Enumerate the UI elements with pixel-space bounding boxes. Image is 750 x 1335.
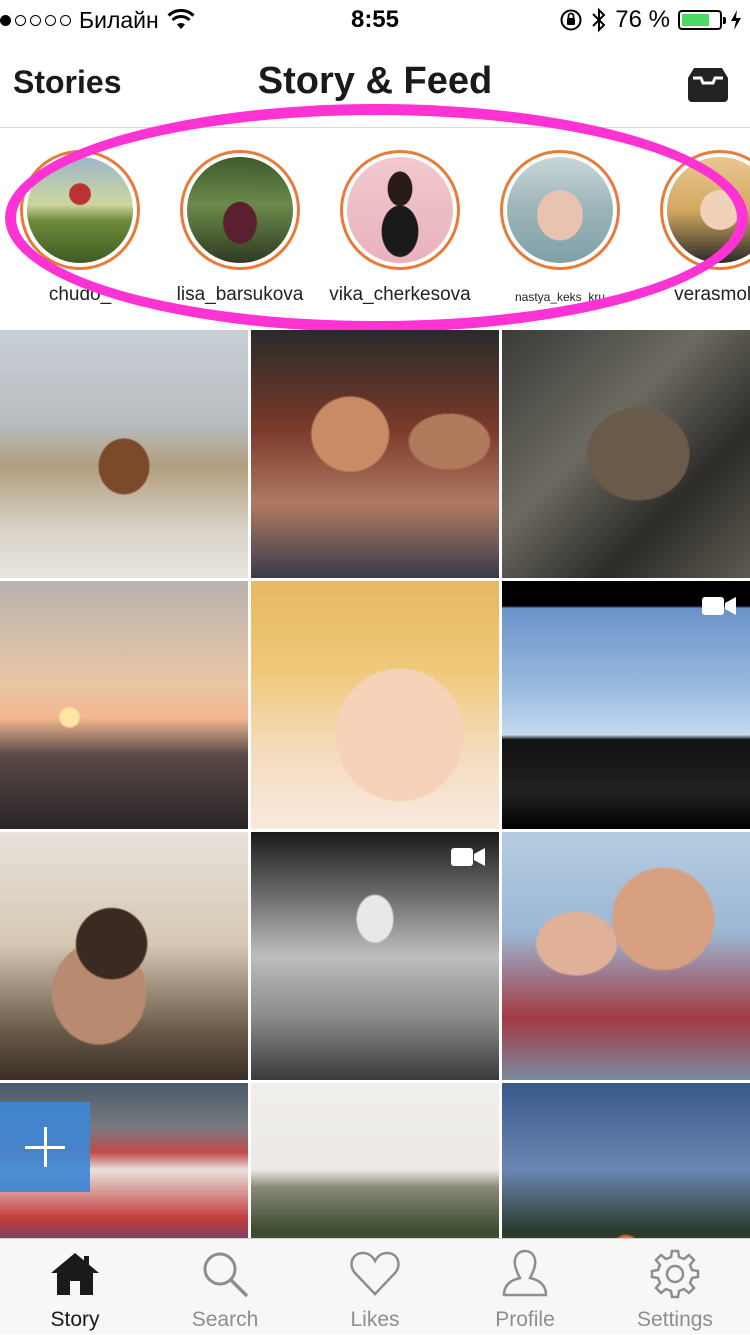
person-icon: [502, 1249, 548, 1297]
story-item[interactable]: lisa_barsukova: [165, 150, 315, 306]
tab-likes[interactable]: Likes: [300, 1239, 450, 1335]
charging-icon: [731, 10, 741, 30]
story-ring: [340, 150, 460, 270]
story-item[interactable]: nastya_keks_kru: [485, 150, 635, 304]
tab-story[interactable]: Story: [0, 1239, 150, 1335]
tab-label: Settings: [637, 1308, 713, 1331]
battery-percent: 76 %: [615, 6, 670, 33]
story-ring: [500, 150, 620, 270]
grid-photo[interactable]: [251, 1083, 499, 1238]
grid-photo[interactable]: [251, 832, 499, 1080]
add-button[interactable]: [0, 1102, 90, 1192]
heart-icon: [350, 1251, 400, 1296]
nav-bar: Stories Story & Feed: [0, 40, 750, 128]
story-ring: [20, 150, 140, 270]
story-ring: [660, 150, 750, 270]
stories-row: chudo_ lisa_barsukova vika_cherkesova na…: [0, 128, 750, 330]
status-bar: Билайн 8:55 76 %: [0, 0, 750, 40]
status-right: 76 %: [559, 0, 742, 40]
grid-photo[interactable]: [502, 581, 750, 829]
story-item[interactable]: chudo_: [5, 150, 155, 306]
grid-photo[interactable]: [251, 581, 499, 829]
page-title: Story & Feed: [257, 60, 493, 102]
gear-icon: [650, 1249, 700, 1299]
battery-fill: [682, 14, 710, 26]
tab-bar: Story Search Likes Profile Settings: [0, 1238, 750, 1334]
grid-photo[interactable]: [502, 1083, 750, 1238]
grid-photo[interactable]: [502, 832, 750, 1080]
tab-label: Likes: [350, 1308, 400, 1331]
tab-search[interactable]: Search: [150, 1239, 300, 1335]
story-username: verasmolin: [674, 284, 750, 305]
tab-label: Profile: [495, 1308, 555, 1331]
story-username: nastya_keks_kru: [514, 290, 606, 304]
tab-label: Search: [191, 1308, 259, 1331]
story-username: chudo_: [48, 284, 112, 305]
avatar: [667, 157, 750, 263]
video-camera-icon: [702, 597, 736, 615]
grid-photo[interactable]: [0, 832, 248, 1080]
inbox-icon[interactable]: [684, 64, 732, 104]
battery-icon: [678, 10, 726, 30]
home-icon: [51, 1253, 99, 1295]
story-item[interactable]: vika_cherkesova: [325, 150, 475, 306]
grid-photo[interactable]: [0, 581, 248, 829]
tab-label: Story: [50, 1308, 100, 1331]
avatar: [347, 157, 453, 263]
tab-profile[interactable]: Profile: [450, 1239, 600, 1335]
story-username: vika_cherkesova: [329, 284, 471, 305]
tab-settings[interactable]: Settings: [600, 1239, 750, 1335]
grid-photo[interactable]: [502, 330, 750, 578]
avatar: [27, 157, 133, 263]
photo-grid: [0, 330, 750, 1238]
story-username: lisa_barsukova: [176, 284, 304, 305]
story-ring: [180, 150, 300, 270]
avatar: [507, 157, 613, 263]
grid-photo[interactable]: [0, 330, 248, 578]
video-camera-icon: [451, 848, 485, 866]
orientation-lock-icon: [560, 9, 582, 31]
search-icon: [203, 1252, 249, 1298]
grid-photo[interactable]: [251, 330, 499, 578]
bluetooth-icon: [592, 7, 606, 33]
story-item[interactable]: verasmolin: [645, 150, 750, 306]
avatar: [187, 157, 293, 263]
